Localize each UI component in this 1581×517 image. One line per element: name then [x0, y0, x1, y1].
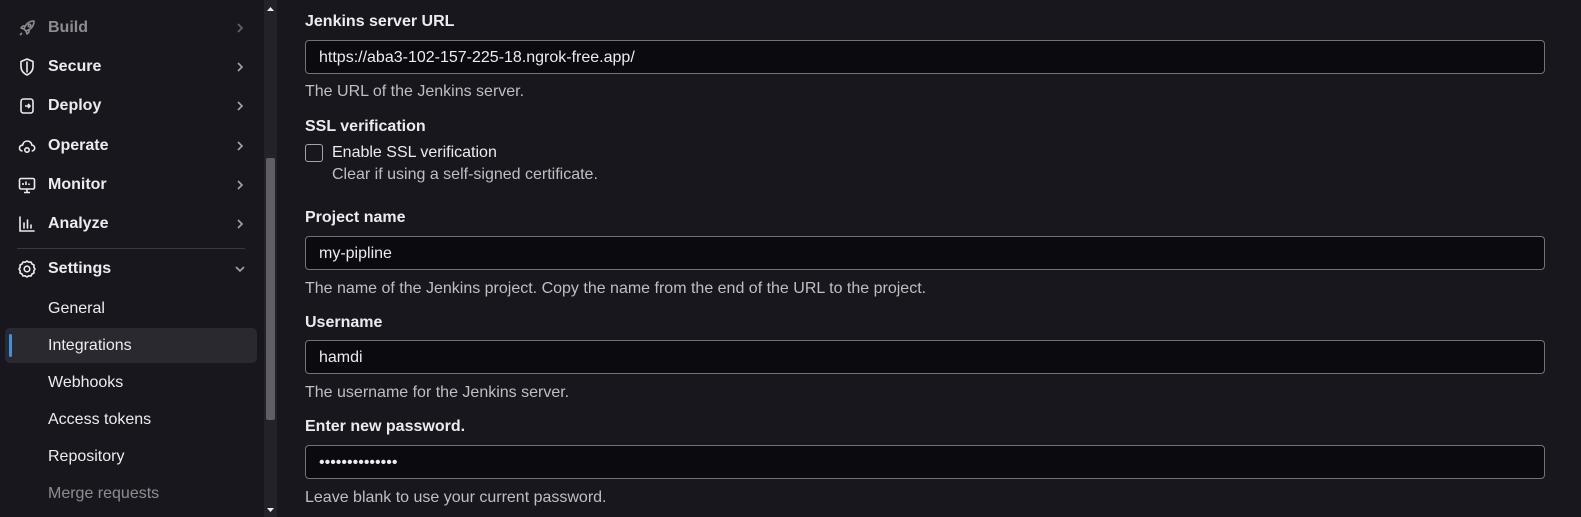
project-name-value: my-pipline	[319, 245, 392, 262]
sidebar-item-operate[interactable]: Operate	[0, 128, 256, 164]
sidebar-item-monitor[interactable]: Monitor	[0, 167, 256, 203]
sidebar-subitem-label: Repository	[48, 447, 125, 465]
sidebar-item-analyze[interactable]: Analyze	[0, 206, 256, 242]
sidebar-item-build[interactable]: Build	[0, 10, 256, 46]
chevron-right-icon	[237, 141, 244, 151]
sidebar-subitem-label: Webhooks	[48, 373, 124, 391]
integration-settings-form: Jenkins server URL https://aba3-102-157-…	[278, 0, 1581, 517]
project-name-label: Project name	[305, 209, 406, 226]
jenkins-url-value: https://aba3-102-157-225-18.ngrok-free.a…	[319, 49, 635, 66]
sidebar-scrollbar[interactable]	[264, 0, 277, 517]
rocket-icon	[19, 20, 35, 36]
sidebar-subitem-label: General	[48, 299, 105, 317]
gear-icon	[18, 260, 36, 278]
sidebar-subitem-label: Access tokens	[48, 410, 152, 428]
password-input[interactable]: ••••••••••••••	[305, 445, 1545, 479]
username-value: hamdi	[319, 349, 363, 366]
jenkins-url-help: The URL of the Jenkins server.	[305, 83, 525, 100]
sidebar-subitem-repository[interactable]: Repository	[5, 439, 257, 474]
username-input[interactable]: hamdi	[305, 340, 1545, 374]
sidebar-subitem-label: Integrations	[48, 336, 132, 354]
project-name-help: The name of the Jenkins project. Copy th…	[305, 280, 927, 297]
chevron-right-icon	[237, 101, 244, 111]
chevron-right-icon	[237, 180, 244, 190]
sidebar-divider	[17, 248, 245, 249]
sidebar-item-deploy[interactable]: Deploy	[0, 88, 256, 124]
sidebar-subitem-label: Merge requests	[48, 484, 160, 502]
monitor-icon	[18, 177, 36, 194]
sidebar-subitem-access-tokens[interactable]: Access tokens	[5, 402, 257, 437]
sidebar-item-label: Operate	[48, 137, 109, 154]
deployments-icon	[20, 98, 34, 114]
sidebar-item-settings[interactable]: Settings	[0, 251, 256, 287]
username-help: The username for the Jenkins server.	[305, 384, 570, 401]
cloud-gear-icon	[18, 140, 36, 154]
jenkins-url-input[interactable]: https://aba3-102-157-225-18.ngrok-free.a…	[305, 40, 1545, 74]
ssl-verification-label: SSL verification	[305, 118, 426, 135]
sidebar-subitem-general[interactable]: General	[5, 291, 257, 326]
scroll-down-arrow-icon[interactable]	[264, 503, 277, 516]
password-value: ••••••••••••••	[319, 454, 398, 471]
sidebar-item-secure[interactable]: Secure	[0, 49, 256, 85]
chevron-right-icon	[237, 219, 244, 229]
sidebar-subitem-webhooks[interactable]: Webhooks	[5, 365, 257, 400]
ssl-verification-checkbox[interactable]	[305, 144, 323, 162]
sidebar-item-label: Build	[48, 19, 88, 36]
sidebar-item-label: Deploy	[48, 97, 102, 114]
chevron-down-icon	[235, 266, 245, 273]
sidebar-item-label: Monitor	[48, 176, 107, 193]
password-label: Enter new password.	[305, 418, 466, 435]
sidebar-subitem-integrations[interactable]: Integrations	[5, 328, 257, 363]
scroll-up-arrow-icon[interactable]	[264, 3, 277, 16]
username-label: Username	[305, 314, 383, 331]
chevron-right-icon	[237, 62, 244, 72]
sidebar-subitem-merge-requests[interactable]: Merge requests	[5, 476, 257, 511]
chart-icon	[19, 216, 35, 232]
ssl-checkbox-label[interactable]: Enable SSL verification	[332, 144, 497, 162]
ssl-help: Clear if using a self-signed certificate…	[332, 166, 598, 183]
sidebar-item-label: Secure	[48, 58, 102, 75]
sidebar-item-label: Analyze	[48, 215, 109, 232]
password-help: Leave blank to use your current password…	[305, 489, 607, 506]
chevron-right-icon	[237, 23, 244, 33]
sidebar-item-label: Settings	[48, 260, 112, 277]
shield-icon	[20, 58, 34, 76]
jenkins-url-label: Jenkins server URL	[305, 13, 455, 30]
sidebar: Build Secure Deploy Operate Monitor Anal…	[0, 0, 265, 517]
project-name-input[interactable]: my-pipline	[305, 236, 1545, 270]
scrollbar-thumb[interactable]	[266, 158, 275, 420]
